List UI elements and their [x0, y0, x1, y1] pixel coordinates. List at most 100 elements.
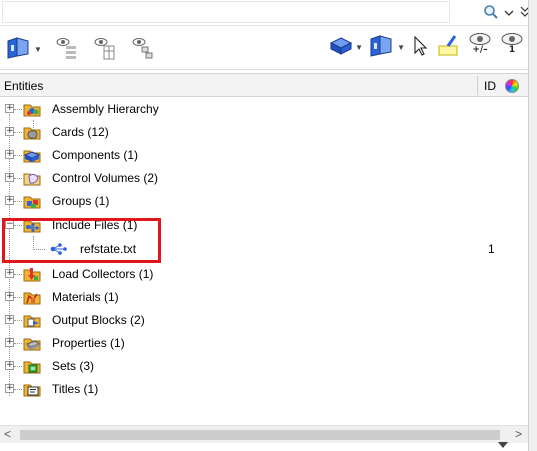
tree-row-titles[interactable]: + Titles (1) — [0, 378, 528, 400]
tree-item-label: Include Files (1) — [52, 218, 138, 232]
entity-view-button[interactable]: ▼ — [6, 34, 42, 62]
load-collectors-icon — [23, 268, 41, 282]
chevron-down-icon[interactable] — [497, 441, 509, 449]
dropdown-arrow-icon: ▼ — [397, 42, 405, 52]
search-tools — [483, 3, 531, 23]
expand-icon[interactable]: + — [5, 384, 14, 393]
tree-row-assembly-hierarchy[interactable]: + Assembly Hierarchy — [0, 98, 528, 120]
tree-connector — [14, 201, 22, 202]
tree-row-include-files[interactable]: − Include Files (1) — [0, 214, 528, 236]
tree-connector — [14, 297, 22, 298]
tree-row-output-blocks[interactable]: + Output Blocks (2) — [0, 309, 528, 331]
tree-eye-alt-icon — [94, 38, 115, 60]
tree-connector — [14, 109, 22, 110]
tree-row-load-collectors[interactable]: + Load Collectors (1) — [0, 263, 528, 285]
output-blocks-icon — [23, 315, 41, 328]
hierarchy-eye-icon — [132, 38, 153, 59]
tree-eye-icon — [56, 38, 76, 59]
expand-icon[interactable]: + — [5, 196, 14, 205]
cube-display-icon — [370, 35, 392, 57]
search-bar — [0, 0, 537, 26]
search-input[interactable] — [2, 1, 450, 23]
titles-icon — [23, 384, 41, 397]
horizontal-scroll-thumb[interactable] — [20, 430, 500, 440]
tree-connector — [14, 132, 22, 133]
tree-item-label: Titles (1) — [52, 382, 99, 396]
tree-item-label: Control Volumes (2) — [52, 171, 159, 185]
column-divider[interactable] — [477, 76, 478, 95]
show-tree-variant-button[interactable] — [92, 34, 118, 62]
include-file-icon — [50, 243, 67, 255]
display-mode-button[interactable]: ▼ — [329, 32, 363, 60]
tree-row-cards[interactable]: + Cards (12) — [0, 121, 528, 143]
assembly-hierarchy-icon — [23, 104, 41, 117]
dropdown-arrow-icon: ▼ — [355, 42, 364, 52]
control-volumes-icon — [23, 173, 41, 186]
id-column-header[interactable]: ID — [484, 79, 496, 93]
expand-icon[interactable]: + — [5, 150, 14, 159]
scroll-right-icon[interactable]: > — [515, 427, 522, 441]
tree-item-label: Assembly Hierarchy — [52, 102, 159, 116]
tree-connector — [14, 389, 22, 390]
include-files-icon — [23, 220, 41, 233]
components-icon — [23, 150, 41, 163]
select-cursor-button[interactable] — [411, 32, 429, 60]
vertical-scrollbar[interactable] — [528, 0, 537, 451]
tree-item-label: Output Blocks (2) — [52, 313, 145, 327]
scroll-left-icon[interactable]: < — [4, 427, 11, 441]
toolbar: ▼ ▼ ▼ +/– 1 — [0, 26, 537, 70]
tree-row-control-volumes[interactable]: + Control Volumes (2) — [0, 167, 528, 189]
expand-icon[interactable]: + — [5, 361, 14, 370]
eye-toggle-sublabel: +/– — [472, 45, 488, 55]
expand-icon[interactable]: + — [5, 127, 14, 136]
tree-connector — [14, 274, 22, 275]
tree-item-label: Cards (12) — [52, 125, 109, 139]
tree-connector — [14, 178, 22, 179]
show-hide-toggle-button[interactable]: +/– — [467, 32, 493, 55]
entities-column-header[interactable]: Entities — [4, 79, 43, 93]
color-column-icon[interactable] — [505, 79, 519, 93]
highlight-brush-button[interactable] — [435, 32, 461, 60]
tree-connector — [14, 225, 22, 226]
collapse-icon[interactable]: − — [5, 220, 14, 229]
eye-icon — [469, 33, 491, 45]
cards-icon — [23, 127, 41, 140]
tree-item-id: 1 — [488, 242, 495, 256]
tree-row-sets[interactable]: + Sets (3) — [0, 355, 528, 377]
expand-icon[interactable]: + — [5, 269, 14, 278]
tree-row-properties[interactable]: + Properties (1) — [0, 332, 528, 354]
groups-icon — [23, 196, 41, 209]
expand-icon[interactable]: + — [5, 292, 14, 301]
tree-connector — [14, 343, 22, 344]
show-hierarchy-button[interactable] — [130, 34, 156, 62]
column-header: Entities ID — [0, 73, 528, 97]
tree-row-components[interactable]: + Components (1) — [0, 144, 528, 166]
expand-icon[interactable]: + — [5, 104, 14, 113]
tree-connector — [33, 236, 34, 250]
horizontal-scrollbar[interactable]: < > — [0, 425, 528, 443]
color-mode-button[interactable]: ▼ — [369, 32, 405, 60]
tree-connector — [33, 249, 45, 250]
tree-item-label: Groups (1) — [52, 194, 110, 208]
tree-connector — [14, 155, 22, 156]
highlight-brush-icon — [438, 35, 458, 56]
eye-only-sublabel: 1 — [508, 45, 516, 55]
search-icon[interactable] — [483, 4, 499, 23]
entity-tree: + Assembly Hierarchy + Cards (12) + Comp… — [0, 98, 528, 420]
cube-display-icon — [7, 37, 29, 59]
tree-row-materials[interactable]: + Materials (1) — [0, 286, 528, 308]
tree-connector — [14, 366, 22, 367]
tree-row-refstate[interactable]: refstate.txt 1 — [0, 236, 528, 260]
tree-row-groups[interactable]: + Groups (1) — [0, 190, 528, 212]
expand-icon[interactable]: + — [5, 338, 14, 347]
tree-item-label: Materials (1) — [52, 290, 119, 304]
tree-item-label: Components (1) — [52, 148, 139, 162]
expand-icon[interactable]: + — [5, 315, 14, 324]
solid-cube-icon — [330, 37, 353, 55]
show-element-tree-button[interactable] — [54, 34, 80, 62]
materials-icon — [23, 292, 41, 305]
show-only-button[interactable]: 1 — [499, 32, 525, 55]
tree-item-label: Properties (1) — [52, 336, 125, 350]
expand-icon[interactable]: + — [5, 173, 14, 182]
search-options-dropdown-icon[interactable] — [503, 5, 515, 21]
